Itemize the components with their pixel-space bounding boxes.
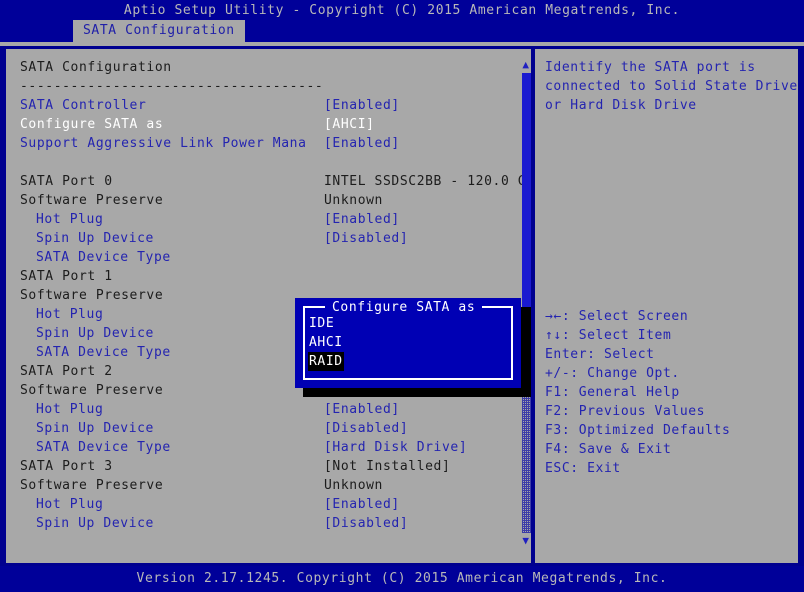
- settings-row: SATA Port 0 INTEL SSDSC2BB - 120.0 G: [6, 172, 522, 191]
- setting-label: SATA Device Type: [36, 248, 171, 267]
- setting-label: Software Preserve: [20, 381, 163, 400]
- setting-label: Hot Plug: [36, 210, 103, 229]
- help-text: Identify the SATA port isconnected to So…: [545, 58, 797, 115]
- settings-row[interactable]: Hot Plug [Enabled]: [6, 495, 522, 514]
- nav-key-line: F4: Save & Exit: [545, 440, 797, 459]
- setting-label: Software Preserve: [20, 476, 163, 495]
- nav-key-line: Enter: Select: [545, 345, 797, 364]
- tab-bar: SATA Configuration: [0, 20, 804, 42]
- setting-label: Hot Plug: [36, 305, 103, 324]
- setting-label: Software Preserve: [20, 286, 163, 305]
- settings-row: SATA Configuration: [6, 58, 522, 77]
- setting-value[interactable]: [Disabled]: [324, 419, 408, 438]
- setting-value[interactable]: [Hard Disk Drive]: [324, 438, 467, 457]
- setting-label: SATA Port 1: [20, 267, 113, 286]
- setting-value[interactable]: [Enabled]: [324, 96, 400, 115]
- nav-key-line: ESC: Exit: [545, 459, 797, 478]
- setting-label: SATA Port 2: [20, 362, 113, 381]
- setting-value: [Not Installed]: [324, 457, 450, 476]
- setting-value[interactable]: [Disabled]: [324, 229, 408, 248]
- setting-label: Hot Plug: [36, 400, 103, 419]
- setting-value[interactable]: [AHCI]: [324, 115, 375, 134]
- setting-value: Unknown: [324, 476, 383, 495]
- setting-label: Support Aggressive Link Power Mana: [20, 134, 307, 153]
- setting-value[interactable]: [Enabled]: [324, 134, 400, 153]
- setting-label: SATA Port 3: [20, 457, 113, 476]
- setting-label: Configure SATA as: [20, 115, 163, 134]
- settings-row[interactable]: SATA Controller [Enabled]: [6, 96, 522, 115]
- setting-label: Spin Up Device: [36, 514, 154, 533]
- setting-label: Spin Up Device: [36, 324, 154, 343]
- setting-label: SATA Configuration: [20, 58, 172, 77]
- settings-row[interactable]: Hot Plug [Enabled]: [6, 210, 522, 229]
- settings-row[interactable]: Hot Plug [Enabled]: [6, 400, 522, 419]
- bios-setup-screen: Aptio Setup Utility - Copyright (C) 2015…: [0, 0, 804, 592]
- page-title: Aptio Setup Utility - Copyright (C) 2015…: [0, 0, 804, 22]
- nav-key-line: ↑↓: Select Item: [545, 326, 797, 345]
- setting-label: Hot Plug: [36, 495, 103, 514]
- setting-value[interactable]: [Disabled]: [324, 514, 408, 533]
- settings-row: SATA Port 3 [Not Installed]: [6, 457, 522, 476]
- settings-row[interactable]: SATA Device Type [Hard Disk Drive]: [6, 438, 522, 457]
- setting-label: SATA Device Type: [36, 438, 171, 457]
- vertical-divider: [531, 49, 535, 563]
- help-line: or Hard Disk Drive: [545, 96, 797, 115]
- setting-label: SATA Device Type: [36, 343, 171, 362]
- content-area: SATA Configuration----------------------…: [6, 49, 798, 563]
- setting-label: Software Preserve: [20, 191, 163, 210]
- setting-value[interactable]: [Enabled]: [324, 400, 400, 419]
- help-line: Identify the SATA port is: [545, 58, 797, 77]
- setting-label: Spin Up Device: [36, 229, 154, 248]
- settings-row[interactable]: Spin Up Device [Disabled]: [6, 514, 522, 533]
- settings-row: ------------------------------------: [6, 77, 522, 96]
- setting-label: ------------------------------------: [20, 77, 323, 96]
- settings-row[interactable]: Configure SATA as [AHCI]: [6, 115, 522, 134]
- setting-label: SATA Controller: [20, 96, 146, 115]
- settings-row[interactable]: Support Aggressive Link Power Mana [Enabl…: [6, 134, 522, 153]
- dialog-title: Configure SATA as: [325, 300, 482, 315]
- configure-sata-dialog[interactable]: Configure SATA as IDEAHCIRAID: [295, 298, 521, 388]
- setting-value: Unknown: [324, 191, 383, 210]
- settings-row[interactable]: Spin Up Device [Disabled]: [6, 229, 522, 248]
- setting-value: INTEL SSDSC2BB - 120.0 G: [324, 172, 522, 191]
- dialog-option[interactable]: IDE: [308, 314, 335, 333]
- footer-version: Version 2.17.1245. Copyright (C) 2015 Am…: [0, 566, 804, 592]
- navigation-key-legend: →←: Select Screen↑↓: Select ItemEnter: S…: [545, 307, 797, 478]
- tab-sata-configuration[interactable]: SATA Configuration: [73, 20, 245, 42]
- settings-row[interactable]: SATA Device Type: [6, 248, 522, 267]
- help-panel: Identify the SATA port isconnected to So…: [539, 49, 798, 563]
- settings-row: Software Preserve Unknown: [6, 191, 522, 210]
- settings-row: [6, 153, 522, 172]
- nav-key-line: →←: Select Screen: [545, 307, 797, 326]
- nav-key-line: F1: General Help: [545, 383, 797, 402]
- dialog-option[interactable]: AHCI: [308, 333, 344, 352]
- settings-row[interactable]: Spin Up Device [Disabled]: [6, 419, 522, 438]
- dialog-option[interactable]: RAID: [308, 352, 344, 371]
- settings-row: SATA Port 1: [6, 267, 522, 286]
- dialog-option-list[interactable]: IDEAHCIRAID: [308, 314, 508, 371]
- setting-label: SATA Port 0: [20, 172, 113, 191]
- setting-value[interactable]: [Enabled]: [324, 495, 400, 514]
- setting-label: Spin Up Device: [36, 419, 154, 438]
- settings-row: Software Preserve Unknown: [6, 476, 522, 495]
- help-line: connected to Solid State Drive: [545, 77, 797, 96]
- nav-key-line: F2: Previous Values: [545, 402, 797, 421]
- nav-key-line: +/-: Change Opt.: [545, 364, 797, 383]
- setting-value[interactable]: [Enabled]: [324, 210, 400, 229]
- nav-key-line: F3: Optimized Defaults: [545, 421, 797, 440]
